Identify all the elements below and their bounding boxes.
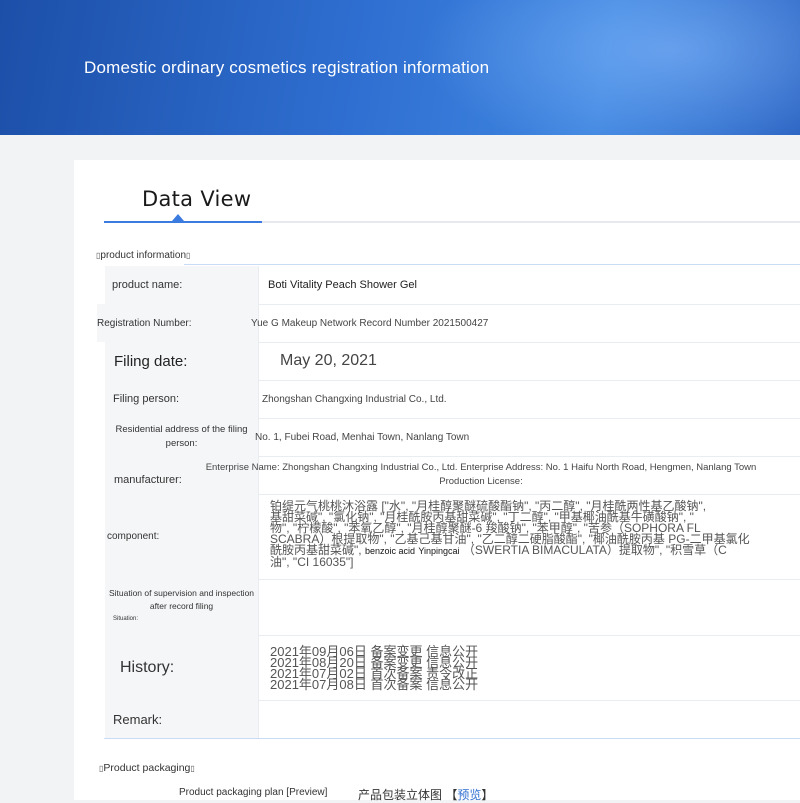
row-component: component: 铂缇元气桃桃沐浴露 ["水", "月桂醇聚醚硫酸酯钠", … [105, 494, 800, 580]
value-product-name: Boti Vitality Peach Shower Gel [268, 279, 417, 291]
value-remark [260, 700, 800, 738]
component-line: 油", "CI 16035"] [270, 555, 354, 569]
label-residential-address: Residential address of the filing person… [105, 418, 259, 456]
bracket-right-icon: ▯ [186, 251, 191, 260]
value-filing-date: May 20, 2021 [280, 352, 377, 369]
tab-active-indicator [104, 221, 262, 223]
header-banner: Domestic ordinary cosmetics registration… [0, 0, 800, 135]
label-filing-date: Filing date: [105, 342, 259, 380]
value-filing-person: Zhongshan Changxing Industrial Co., Ltd. [262, 393, 447, 405]
label-registration-number: Registration Number: [97, 304, 259, 342]
row-filing-person: Filing person: Zhongshan Changxing Indus… [105, 380, 800, 419]
label-filing-person: Filing person: [105, 380, 259, 418]
label-remark: Remark: [105, 700, 259, 738]
tab-caret-icon [172, 214, 184, 221]
section-rule [184, 264, 800, 265]
row-filing-date: Filing date: May 20, 2021 [105, 342, 800, 381]
row-manufacturer: manufacturer: Enterprise Name: Zhongshan… [105, 456, 800, 495]
value-manufacturer: Enterprise Name: Zhongshan Changxing Ind… [205, 462, 757, 487]
value-residential-address: No. 1, Fubei Road, Menhai Town, Nanlang … [255, 431, 470, 443]
component-benzoic-acid: benzoic acid [364, 546, 415, 556]
label-supervision-situation: Situation: [113, 616, 139, 622]
value-supervision [260, 579, 800, 635]
label-history: History: [105, 635, 259, 700]
label-product-name: product name: [105, 266, 259, 304]
label-supervision: Situation of supervision and inspection … [105, 579, 259, 635]
row-history: History: 2021年09月06日 备案变更 信息公开 2021年08月2… [105, 635, 800, 701]
row-registration-number: Registration Number: Yue G Makeup Networ… [97, 304, 800, 343]
value-history: 2021年09月06日 备案变更 信息公开 2021年08月20日 备案变更 信… [260, 635, 800, 700]
table-bottom-rule [104, 738, 800, 739]
section-product-packaging: ▯Product packaging▯ [99, 762, 195, 774]
tab-data-view[interactable]: Data View [142, 187, 251, 211]
label-packaging-plan: Product packaging plan [Preview] [179, 787, 328, 798]
value-registration-number: Yue G Makeup Network Record Number 20215… [251, 317, 489, 329]
row-supervision: Situation of supervision and inspection … [105, 579, 800, 636]
bracket-right-icon: ▯ [190, 764, 195, 773]
row-residential-address: Residential address of the filing person… [105, 418, 800, 457]
component-yinpingcai: Yinpingcai [418, 546, 460, 556]
page-title: Domestic ordinary cosmetics registration… [84, 58, 490, 77]
value-component: 铂缇元气桃桃沐浴露 ["水", "月桂醇聚醚硫酸酯钠", "丙二醇", "月桂酰… [260, 494, 800, 579]
history-entry: 2021年07月08日 首次备案 信息公开 [270, 677, 479, 692]
section-product-information: ▯product information▯ [96, 250, 191, 261]
value-packaging-plan: 产品包装立体图 【预览】 [358, 788, 494, 802]
row-product-name: product name: Boti Vitality Peach Shower… [105, 266, 800, 305]
label-component: component: [105, 494, 259, 579]
label-supervision-line: after record filing [149, 601, 214, 611]
row-remark: Remark: [105, 700, 800, 738]
label-supervision-line: Situation of supervision and inspection [108, 588, 255, 598]
